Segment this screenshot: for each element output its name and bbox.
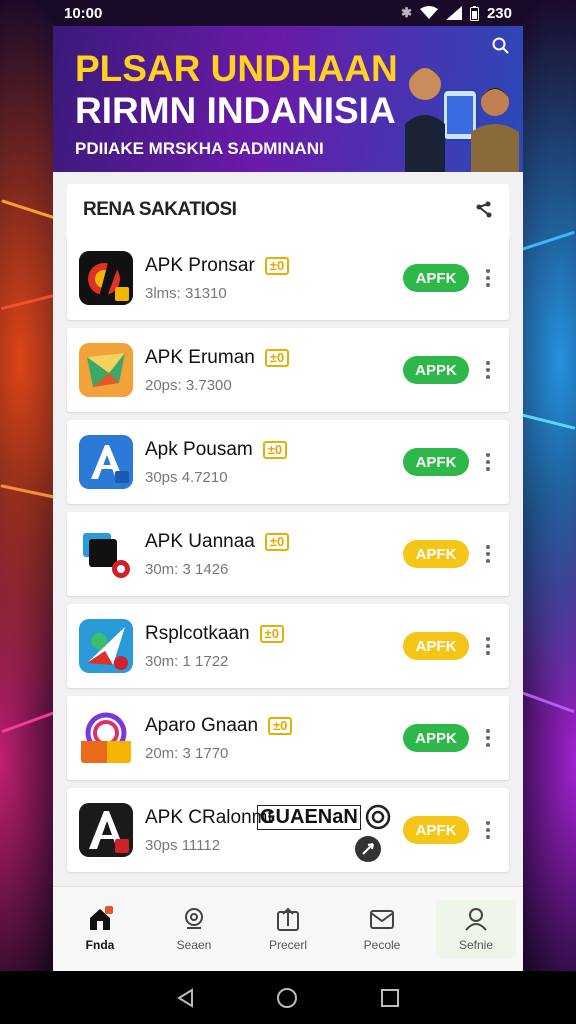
home-button-icon[interactable] xyxy=(276,987,298,1009)
nav-item-profile[interactable]: Sefnie xyxy=(436,900,516,958)
overlay-text: GUAENaN xyxy=(257,804,361,830)
presenter-image xyxy=(471,88,519,172)
share-icon[interactable] xyxy=(475,201,493,219)
app-list-item[interactable]: APK Uannaa ±0 30m: 3 1426 APFK xyxy=(67,512,509,596)
get-app-button[interactable]: APFK xyxy=(403,264,469,292)
battery-level: 230 xyxy=(486,4,512,22)
section-title: RENA SAKATIOSI xyxy=(83,199,237,220)
bluetooth-icon: ✱ xyxy=(401,5,412,20)
app-list-item[interactable]: APK Pronsar ±0 3lms: 31310 APFK xyxy=(67,236,509,320)
app-meta: 3lms: 31310 xyxy=(145,284,227,302)
paper-plane-icon xyxy=(79,619,133,673)
rating-badge: ±0 xyxy=(264,348,290,367)
app-meta: 20ps: 3.7300 xyxy=(145,376,232,394)
nav-label: Pecole xyxy=(363,938,401,952)
blue-a-icon xyxy=(79,435,133,489)
cursor-icon[interactable] xyxy=(355,836,381,862)
search-icon[interactable] xyxy=(491,36,511,56)
recents-icon[interactable] xyxy=(380,988,400,1008)
media-app-icon xyxy=(79,251,133,305)
more-options-icon[interactable] xyxy=(479,545,497,563)
system-navigation-bar xyxy=(0,971,576,1024)
get-app-button[interactable]: APFK xyxy=(403,448,469,476)
search-icon xyxy=(185,908,203,929)
nav-item-upload[interactable]: Precerl xyxy=(248,906,328,952)
dark-a-icon xyxy=(79,803,133,857)
person-icon xyxy=(465,908,487,931)
rating-badge: ±0 xyxy=(264,532,290,551)
app-name: Rsplcotkaan xyxy=(145,622,250,644)
app-name: APK Eruman xyxy=(145,346,255,368)
banner-headline-2: RIRMN INDANISIA xyxy=(75,90,396,131)
app-meta: 30m: 1 1722 xyxy=(145,652,229,670)
more-options-icon[interactable] xyxy=(479,821,497,839)
target-icon xyxy=(365,804,391,830)
app-list-item[interactable]: APK Eruman ±0 20ps: 3.7300 APPK xyxy=(67,328,509,412)
bottom-navigation: Fnda Seaen Precerl Pecole Sefnie xyxy=(53,886,523,971)
rating-badge: ±0 xyxy=(262,440,288,459)
section-header: RENA SAKATIOSI xyxy=(67,184,509,236)
nav-item-mail[interactable]: Pecole xyxy=(342,906,422,952)
banner-headline-1: PLSAR UNDHAAN xyxy=(75,48,398,89)
app-list-item[interactable]: Rsplcotkaan ±0 30m: 1 1722 APFK xyxy=(67,604,509,688)
nav-label: Fnda xyxy=(85,938,115,952)
get-app-button[interactable]: APPK xyxy=(403,724,469,752)
back-icon[interactable] xyxy=(176,987,194,1008)
nav-item-search[interactable]: Seaen xyxy=(154,906,234,952)
banner-subline: PDIIAKE MRSKHA SADMINANI xyxy=(75,139,324,158)
more-options-icon[interactable] xyxy=(479,729,497,747)
mail-icon xyxy=(370,910,394,929)
app-list: RENA SAKATIOSI APK Pronsar ±0 3lms: 3131… xyxy=(67,184,509,904)
get-app-button[interactable]: APPK xyxy=(403,356,469,384)
app-list-item[interactable]: Apk Pousam ±0 30ps 4.7210 APFK xyxy=(67,420,509,504)
nav-label: Precerl xyxy=(268,938,307,952)
app-name: Apk Pousam xyxy=(145,438,253,460)
app-meta: 30m: 3 1426 xyxy=(145,560,229,578)
battery-icon xyxy=(469,5,479,21)
more-options-icon[interactable] xyxy=(479,361,497,379)
more-options-icon[interactable] xyxy=(479,269,497,287)
black-tile-icon xyxy=(79,527,133,581)
home-icon xyxy=(90,906,113,930)
more-options-icon[interactable] xyxy=(479,453,497,471)
app-name: Aparo Gnaan xyxy=(145,714,259,736)
app-window: PLSAR UNDHAAN RIRMN INDANISIA PDIIAKE MR… xyxy=(53,26,523,971)
app-list-item[interactable]: Aparo Gnaan ±0 20m: 3 1770 APPK xyxy=(67,696,509,780)
rating-badge: ±0 xyxy=(268,716,293,735)
overlay-caption: GUAENaN xyxy=(257,804,391,830)
app-name: APK Uannaa xyxy=(145,530,255,552)
rating-badge: ±0 xyxy=(264,256,290,275)
app-meta: 30ps 4.7210 xyxy=(145,468,228,486)
app-name: APK Pronsar xyxy=(145,254,255,276)
app-name: APK CRalonmt xyxy=(145,806,273,828)
rainbow-icon xyxy=(79,711,133,765)
status-bar: 10:00 ✱ 230 xyxy=(0,0,576,26)
upload-icon xyxy=(277,907,299,931)
more-options-icon[interactable] xyxy=(479,637,497,655)
app-meta: 20m: 3 1770 xyxy=(145,744,229,762)
get-app-button[interactable]: APFK xyxy=(403,632,469,660)
wifi-icon xyxy=(419,6,438,19)
nav-label: Seaen xyxy=(176,938,212,952)
orange-shield-icon xyxy=(79,343,133,397)
promo-banner[interactable]: PLSAR UNDHAAN RIRMN INDANISIA PDIIAKE MR… xyxy=(53,26,523,172)
status-time: 10:00 xyxy=(64,4,103,22)
signal-icon xyxy=(445,6,462,20)
app-list-item[interactable]: APK CRalonmt 30ps 11112 APFK GUAENaN xyxy=(67,788,509,872)
nav-item-home[interactable]: Fnda xyxy=(60,906,140,952)
get-app-button[interactable]: APFK xyxy=(403,816,469,844)
get-app-button[interactable]: APFK xyxy=(403,540,469,568)
nav-label: Sefnie xyxy=(458,938,494,952)
rating-badge: ±0 xyxy=(259,624,284,643)
